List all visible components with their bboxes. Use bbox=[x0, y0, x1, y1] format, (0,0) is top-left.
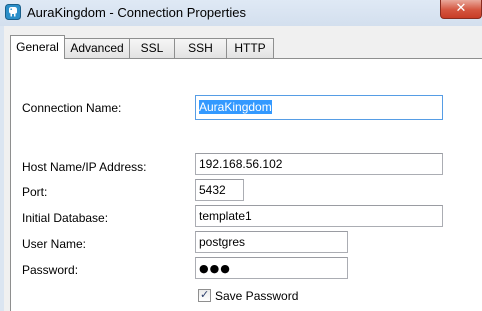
password-label: Password: bbox=[22, 263, 79, 277]
connection-name-field[interactable]: AuraKingdom bbox=[195, 95, 443, 120]
host-label: Host Name/IP Address: bbox=[22, 160, 147, 174]
password-field[interactable]: ●●● bbox=[195, 257, 348, 279]
tab-ssl[interactable]: SSL bbox=[129, 38, 175, 58]
connection-name-value: AuraKingdom bbox=[199, 100, 272, 114]
connection-properties-window: AuraKingdom - Connection Properties ✕ Ge… bbox=[0, 0, 482, 311]
tab-http[interactable]: HTTP bbox=[226, 38, 274, 58]
user-name-label: User Name: bbox=[22, 237, 87, 251]
elephant-app-icon bbox=[5, 4, 21, 20]
tab-general[interactable]: General bbox=[10, 35, 65, 59]
save-password-checkbox[interactable]: ✓ bbox=[198, 288, 211, 302]
host-field[interactable]: 192.168.56.102 bbox=[195, 153, 443, 175]
checkmark-icon: ✓ bbox=[200, 288, 210, 301]
save-password-label[interactable]: Save Password bbox=[215, 289, 298, 303]
database-label: Initial Database: bbox=[22, 211, 109, 225]
dialog-body: General Advanced SSL SSH HTTP Connection… bbox=[4, 26, 482, 311]
window-title: AuraKingdom - Connection Properties bbox=[27, 5, 246, 20]
close-icon: ✕ bbox=[455, 1, 467, 16]
user-name-field[interactable]: postgres bbox=[195, 231, 348, 253]
database-field[interactable]: template1 bbox=[195, 205, 443, 227]
tab-advanced[interactable]: Advanced bbox=[64, 38, 130, 58]
title-bar[interactable]: AuraKingdom - Connection Properties ✕ bbox=[0, 0, 482, 26]
port-label: Port: bbox=[22, 185, 48, 199]
password-dots: ●●● bbox=[199, 262, 231, 275]
tab-ssh[interactable]: SSH bbox=[174, 38, 227, 58]
connection-name-label: Connection Name: bbox=[22, 101, 122, 115]
general-tab-page: Connection Name: AuraKingdom Host Name/I… bbox=[10, 58, 482, 311]
port-field[interactable]: 5432 bbox=[195, 179, 244, 201]
close-button[interactable]: ✕ bbox=[440, 0, 482, 19]
